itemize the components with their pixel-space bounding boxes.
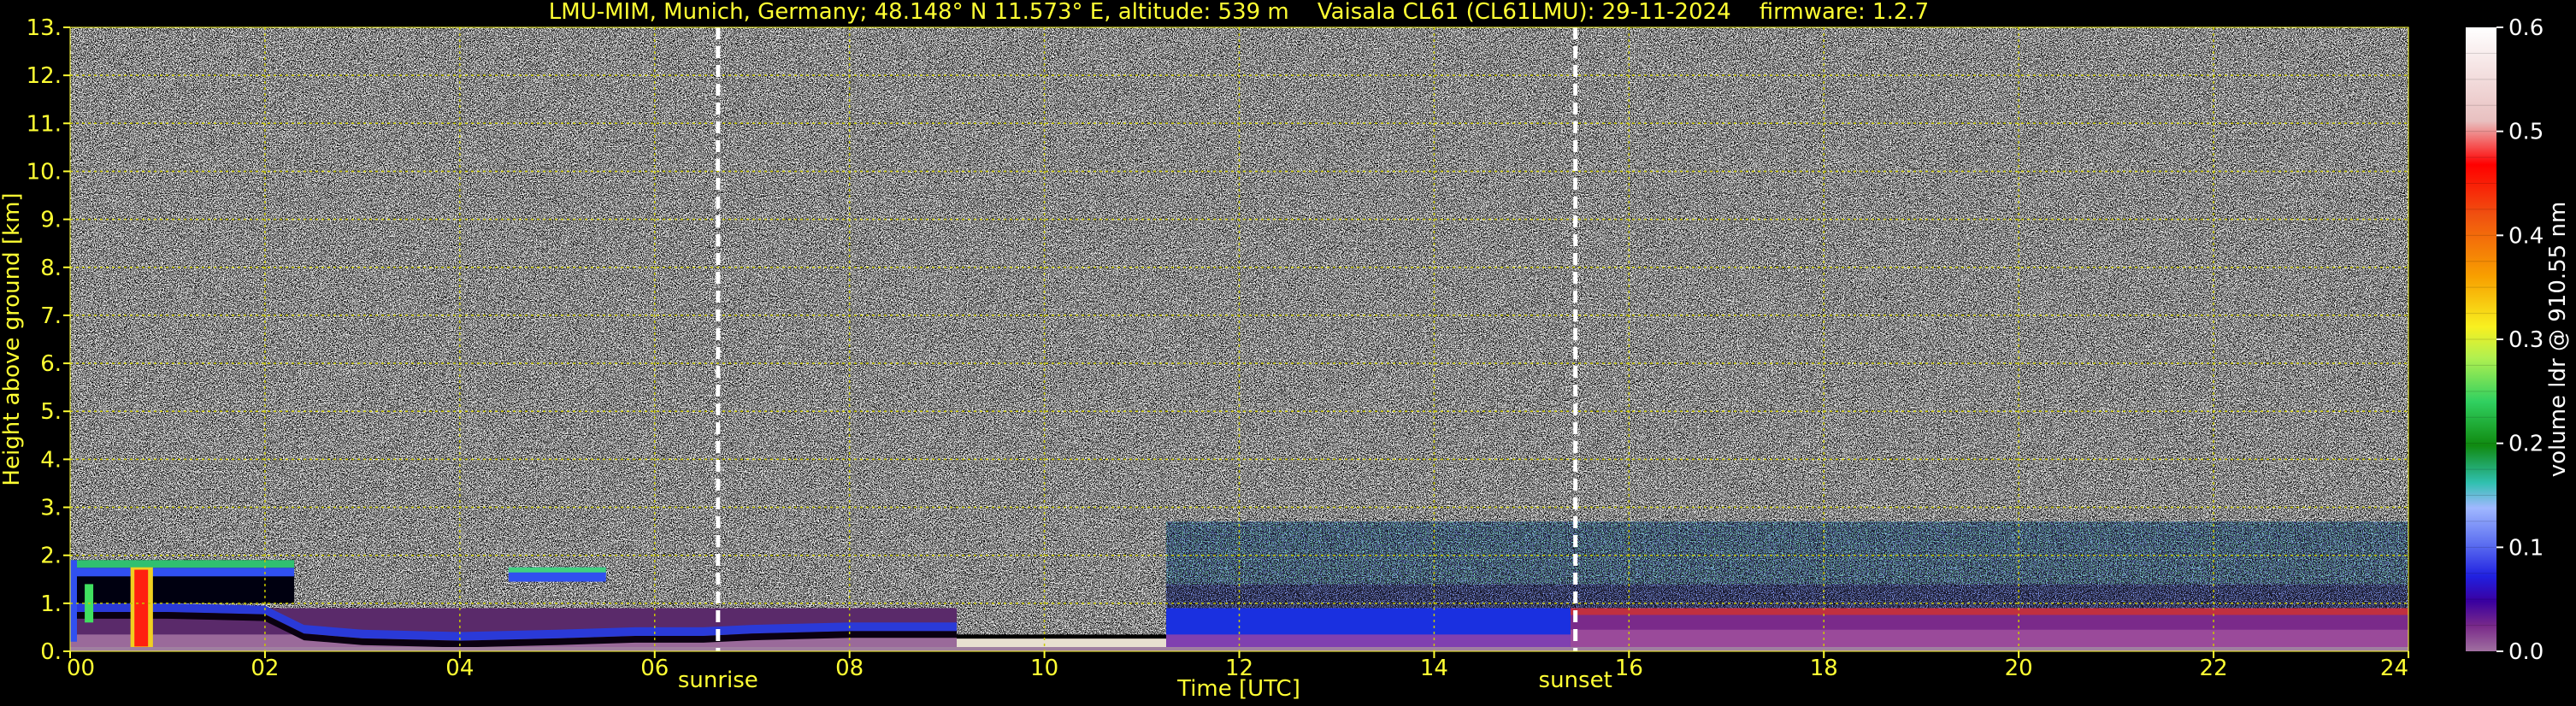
event-label-sunset: sunset xyxy=(1539,668,1612,693)
x-tick-label: 06 xyxy=(640,656,669,681)
ceilometer-chart: sunrise sunset 0. 1. 2. 3. 4. 5. 6. 7. 8. 9. 10. 11.… xyxy=(0,0,2571,702)
colorbar-tick-label: 0.2 xyxy=(2508,432,2544,457)
plot-area: sunrise sunset xyxy=(69,26,2409,693)
low-signal-gap-edge xyxy=(957,634,1167,639)
x-tick-label: 22 xyxy=(2200,656,2228,681)
x-tick-label: 24 xyxy=(2380,656,2408,681)
colorbar-tick-label: 0.4 xyxy=(2508,223,2544,249)
y-tick-label: 10. xyxy=(27,159,62,185)
y-tick-label: 9. xyxy=(40,208,62,233)
y-tick-label: 8. xyxy=(40,256,62,281)
y-tick-label: 6. xyxy=(40,351,62,377)
y-tick-label: 1. xyxy=(40,591,62,617)
low-cloud-left-edge xyxy=(70,560,77,642)
x-axis-label: Time [UTC] xyxy=(1176,676,1300,702)
colorbar-ticks: 0.0 0.1 0.2 0.3 0.4 0.5 0.6 xyxy=(2496,15,2544,665)
cloud-patch-top xyxy=(508,567,606,573)
precip-streak-core xyxy=(134,569,149,647)
x-tick-label: 08 xyxy=(835,656,864,681)
chart-title: LMU-MIM, Munich, Germany; 48.148° N 11.5… xyxy=(549,0,1929,25)
colorbar-tick-label: 0.6 xyxy=(2508,15,2544,41)
event-label-sunrise: sunrise xyxy=(678,668,758,693)
colorbar-tick-label: 0.3 xyxy=(2508,327,2544,353)
y-tick-label: 11. xyxy=(27,111,62,137)
x-tick-label: 02 xyxy=(251,656,279,681)
colorbar: 0.0 0.1 0.2 0.3 0.4 0.5 0.6 volume ldr @ 910.5… xyxy=(2466,15,2571,665)
x-tick-label: 14 xyxy=(1420,656,1448,681)
colorbar-tick-label: 0.5 xyxy=(2508,120,2544,145)
y-tick-label: 7. xyxy=(40,303,62,329)
y-tick-label: 4. xyxy=(40,447,62,473)
y-tick-label: 0. xyxy=(40,639,62,665)
low-cloud-top-green xyxy=(70,560,295,568)
y-tick-label: 13. xyxy=(27,15,62,41)
x-tick-label: 18 xyxy=(1810,656,1838,681)
colorbar-label: volume ldr @ 910.55 nm xyxy=(2545,202,2571,478)
y-tick-label: 3. xyxy=(40,496,62,521)
y-axis-label: Height above ground [km] xyxy=(0,192,25,485)
x-tick-label: 04 xyxy=(445,656,474,681)
colorbar-tick-label: 0.1 xyxy=(2508,535,2544,561)
x-tick-label: 00 xyxy=(67,656,95,681)
y-tick-label: 2. xyxy=(40,544,62,569)
y-tick-label: 5. xyxy=(40,399,62,425)
colorbar-tick-label: 0.0 xyxy=(2508,639,2544,665)
elevated-aerosol-green xyxy=(1166,521,2408,585)
x-tick-label: 10 xyxy=(1030,656,1058,681)
y-axis: 0. 1. 2. 3. 4. 5. 6. 7. 8. 9. 10. 11. 12. 13. xyxy=(27,15,70,665)
boundary-layer-top-red xyxy=(1570,608,2408,615)
y-tick-label: 12. xyxy=(27,63,62,89)
x-tick-label: 16 xyxy=(1615,656,1643,681)
low-cloud-top-blue xyxy=(70,568,295,577)
x-tick-label: 20 xyxy=(2005,656,2033,681)
